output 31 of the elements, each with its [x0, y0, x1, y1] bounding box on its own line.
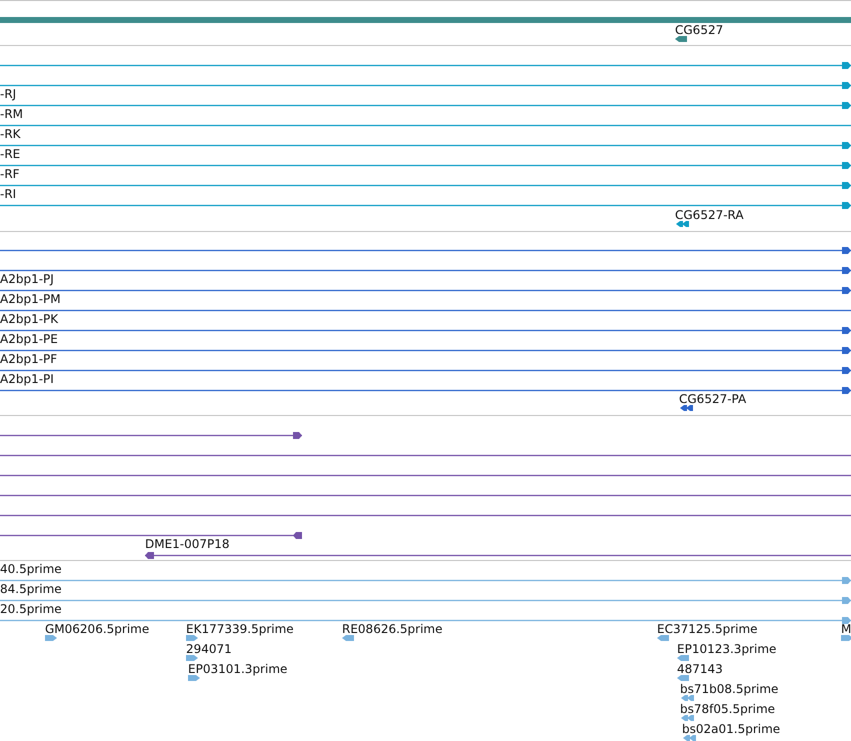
transcript-label: A2bp1-PF [0, 352, 58, 366]
transcript-label: A2bp1-PM [0, 292, 61, 306]
feature-label: M [841, 622, 851, 636]
feature-label: EP03101.3prime [188, 662, 288, 676]
feature-label: bs78f05.5prime [680, 702, 776, 716]
transcript-label: A2bp1-PE [0, 332, 58, 346]
transcript-label: -RM [0, 107, 24, 121]
transcript-label: 20.5prime [0, 602, 62, 616]
transcript-label: A2bp1-PJ [0, 272, 54, 286]
feature-label: EK177339.5prime [186, 622, 294, 636]
feature-label: EC37125.5prime [657, 622, 758, 636]
feature-label: bs71b08.5prime [680, 682, 778, 696]
transcript-label: -RE [0, 147, 20, 161]
feature-label: 487143 [677, 662, 723, 676]
feature-label: EP10123.3prime [677, 642, 776, 656]
feature-label: bs02a01.5prime [682, 722, 780, 736]
transcript-label: -RJ [0, 87, 16, 101]
feature-label: CG6527 [675, 23, 724, 37]
feature-label: GM06206.5prime [45, 622, 150, 636]
feature-label: CG6527-RA [675, 208, 744, 222]
transcript-label: A2bp1-PK [0, 312, 58, 326]
transcript-label: A2bp1-PI [0, 372, 54, 386]
feature-label: CG6527-PA [679, 392, 746, 406]
feature-label: 294071 [186, 642, 232, 656]
feature-label: RE08626.5prime [342, 622, 442, 636]
transcript-label: -RK [0, 127, 21, 141]
transcript-label: 84.5prime [0, 582, 62, 596]
transcript-label: -RI [0, 187, 16, 201]
transcript-label: DME1-007P18 [145, 537, 230, 551]
transcript-label: 40.5prime [0, 562, 62, 576]
transcript-label: -RF [0, 167, 20, 181]
